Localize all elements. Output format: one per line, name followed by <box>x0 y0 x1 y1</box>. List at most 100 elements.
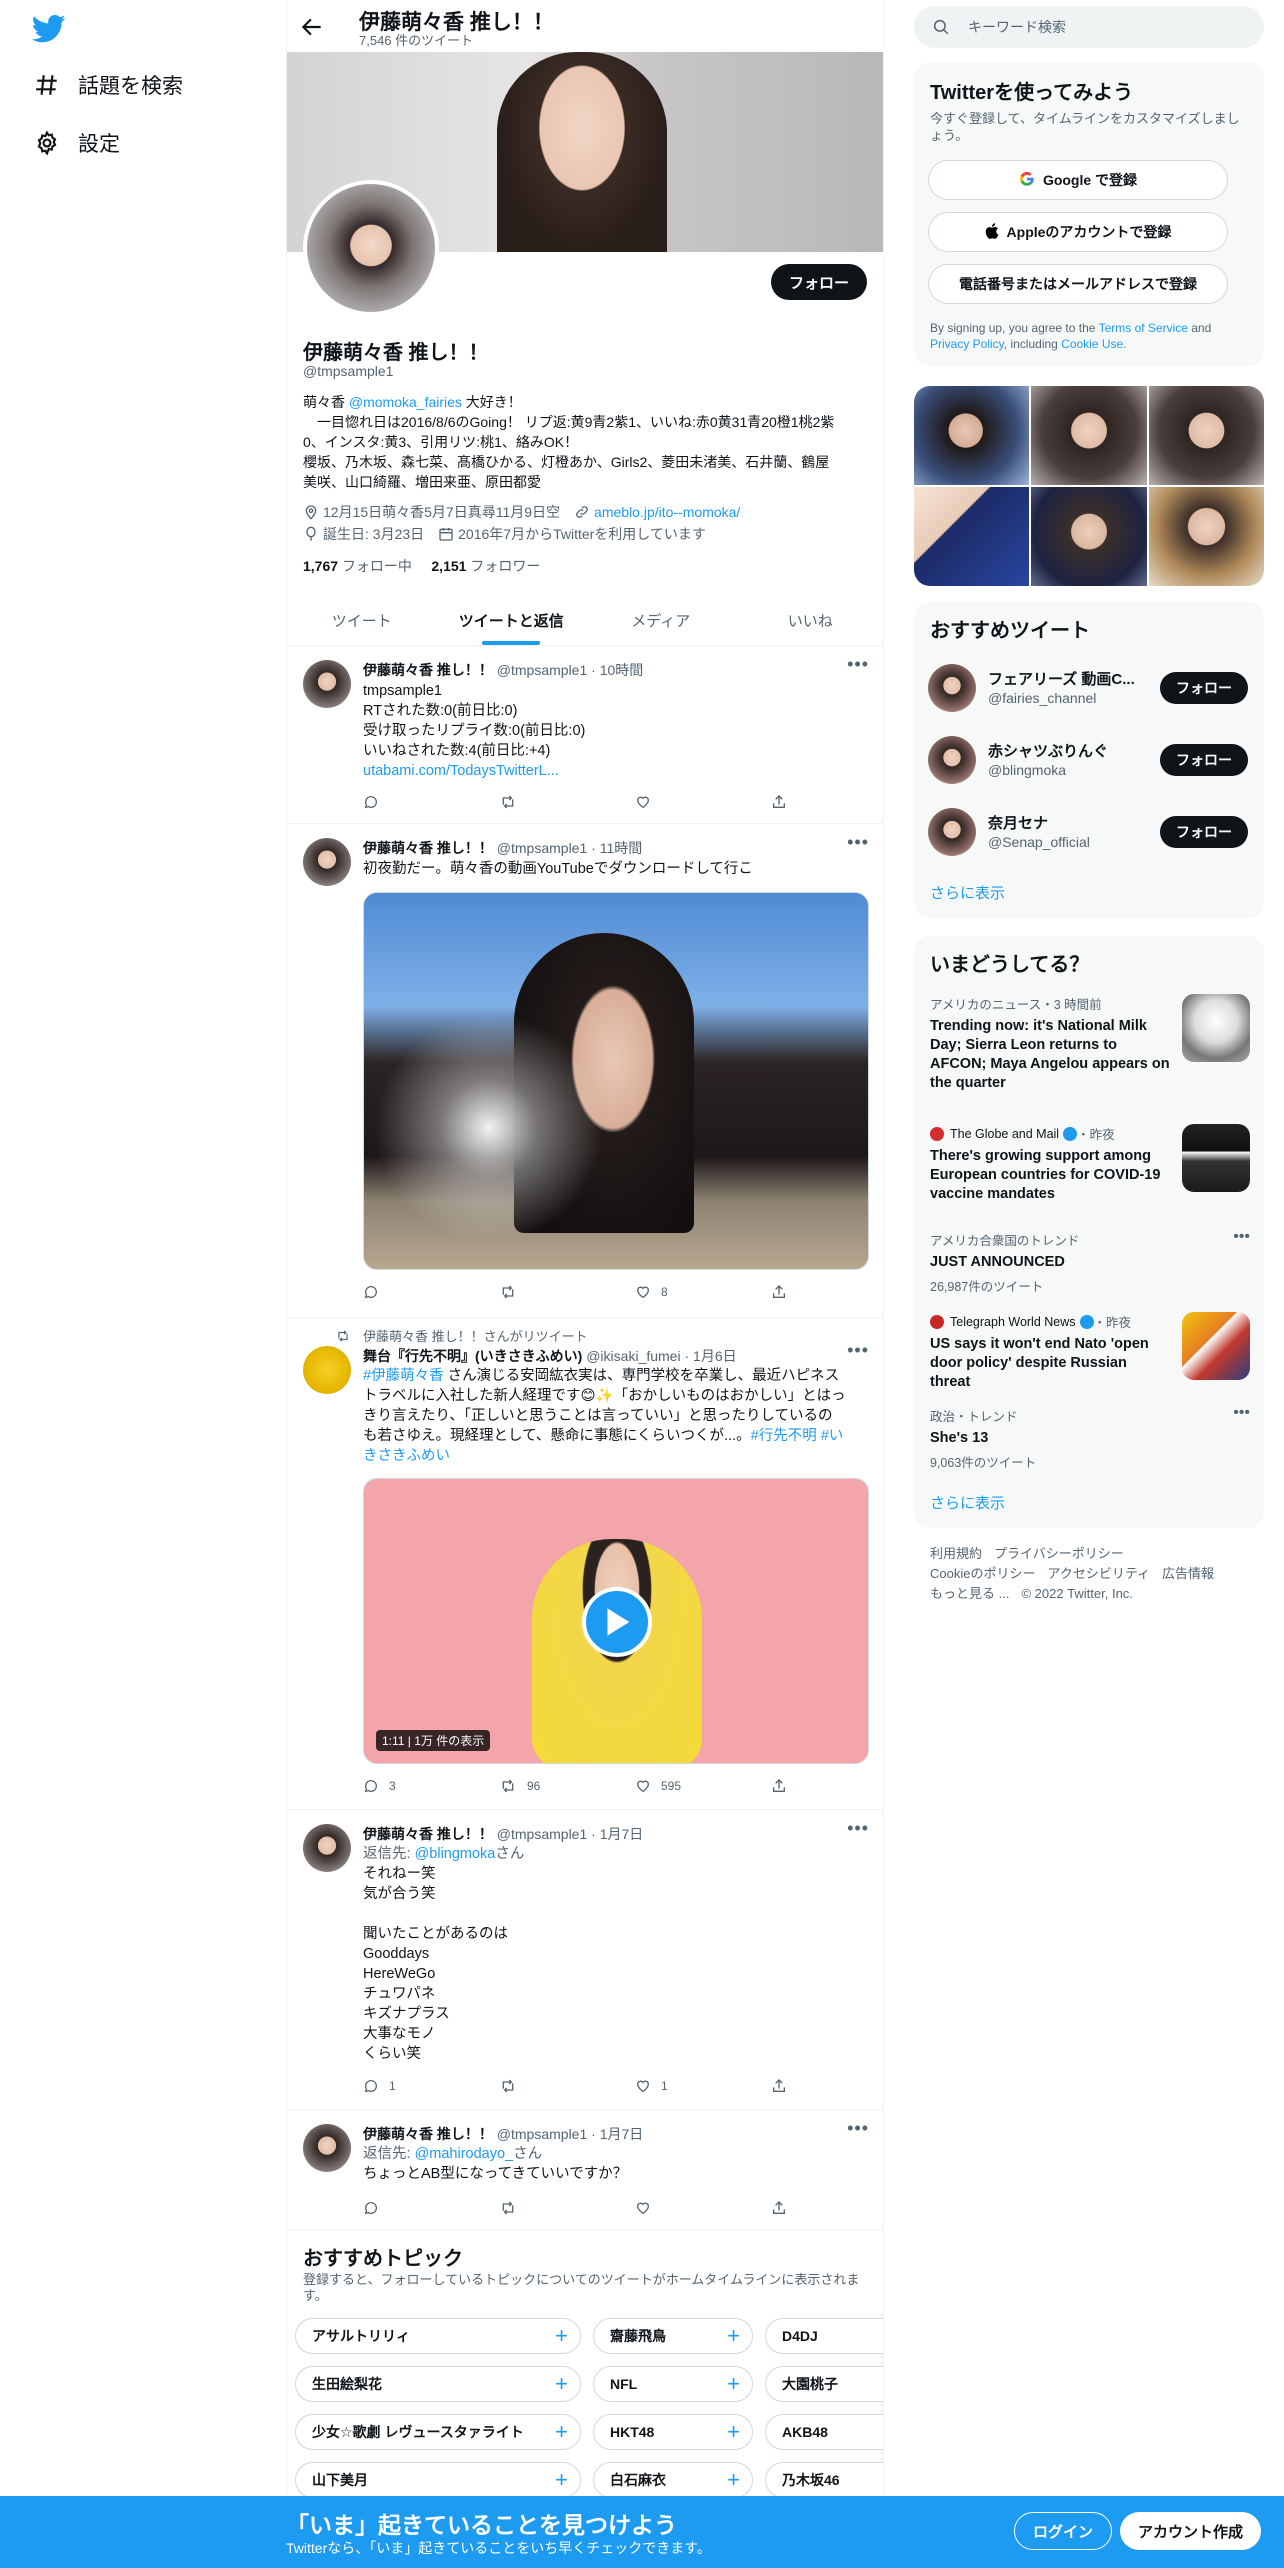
reply-button[interactable] <box>363 1284 379 1300</box>
play-icon[interactable] <box>582 1587 652 1657</box>
account-avatar[interactable] <box>928 736 976 784</box>
topic-chip[interactable]: 山下美月 + <box>295 2462 581 2498</box>
trend-item[interactable]: アメリカ合衆国のトレンド JUST ANNOUNCED 26,987件のツイート… <box>930 1228 1250 1294</box>
tweet-avatar[interactable] <box>303 1346 351 1394</box>
footer-privacy-link[interactable]: プライバシーポリシー <box>994 1546 1124 1561</box>
footer-ads-link[interactable]: 広告情報 <box>1162 1566 1214 1581</box>
follow-button[interactable]: フォロー <box>1160 672 1248 704</box>
share-button[interactable] <box>771 2078 787 2094</box>
like-button[interactable] <box>635 794 651 810</box>
more-icon[interactable]: ••• <box>1233 1404 1250 1422</box>
trend-item[interactable]: Telegraph World News ・昨夜 US says it won't… <box>930 1312 1250 1402</box>
tab-media[interactable]: メディア <box>586 596 736 645</box>
recommended-account[interactable]: 奈月セナ @Senap_official フォロー <box>928 802 1248 858</box>
show-more-link[interactable]: さらに表示 <box>930 1492 1005 1513</box>
like-button[interactable]: 1 <box>635 2078 668 2094</box>
login-button[interactable]: ログイン <box>1014 2512 1113 2550</box>
retweet-button[interactable]: 96 <box>499 1778 540 1794</box>
reply-to-link[interactable]: @mahirodayo_ <box>415 2146 514 2162</box>
tweet[interactable]: 伊藤萌々香 推し！！ @tmpsample1 · 11時間 ••• 初夜勤だー。… <box>287 824 883 1318</box>
reply-button[interactable] <box>363 2200 379 2216</box>
retweet-button[interactable] <box>499 2200 517 2216</box>
more-icon[interactable]: ••• <box>1233 1228 1250 1246</box>
trend-item[interactable]: 政治・トレンド She's 13 9,063件のツイート ••• <box>930 1404 1250 1470</box>
profile-link[interactable]: ameblo.jp/ito--momoka/ <box>574 504 740 520</box>
tab-tweets-and-replies[interactable]: ツイートと返信 <box>437 596 587 645</box>
topic-chip[interactable]: 齋藤飛鳥 + <box>593 2318 753 2354</box>
footer-accessibility-link[interactable]: アクセシビリティ <box>1047 1566 1150 1581</box>
hashtag-link[interactable]: #伊藤萌々香 <box>363 1368 444 1384</box>
topic-chip[interactable]: 生田絵梨花 + <box>295 2366 581 2402</box>
tweet[interactable]: 伊藤萌々香 推し！！ @tmpsample1 · 10時間 ••• tmpsam… <box>287 646 883 824</box>
hashtag-link[interactable]: きさきふめい <box>363 1446 869 1466</box>
more-icon[interactable]: ••• <box>847 1340 869 1361</box>
topic-chip[interactable]: アサルトリリィ + <box>295 2318 581 2354</box>
tab-tweets[interactable]: ツイート <box>287 596 437 645</box>
tweet[interactable]: 伊藤萌々香 推し！！さんがリツイート 舞台『行先不明』(いきさきふめい) @ik… <box>287 1318 883 1810</box>
profile-avatar[interactable] <box>303 180 439 316</box>
tweet[interactable]: 伊藤萌々香 推し！！ @tmpsample1 · 1月7日 ••• 返信先: @… <box>287 1810 883 2110</box>
tweet-video[interactable]: 1:11 | 1万 件の表示 <box>363 1478 869 1764</box>
tweet[interactable]: 伊藤萌々香 推し！！ @tmpsample1 · 1月7日 ••• 返信先: @… <box>287 2110 883 2230</box>
cookie-link[interactable]: Cookie Use. <box>1061 337 1126 351</box>
topic-chip[interactable]: HKT48 + <box>593 2414 753 2450</box>
footer-cookie-link[interactable]: Cookieのポリシー <box>930 1566 1035 1581</box>
media-thumbnail[interactable] <box>1031 487 1147 586</box>
account-avatar[interactable] <box>928 664 976 712</box>
topic-chip[interactable]: 大園桃子 <box>765 2366 883 2402</box>
tweet-photo[interactable] <box>363 892 869 1270</box>
topic-chip[interactable]: 乃木坂46 <box>765 2462 883 2498</box>
tweet-link[interactable]: utabami.com/TodaysTwitterL... <box>363 761 869 781</box>
media-thumbnail[interactable] <box>1031 386 1147 485</box>
reply-to-link[interactable]: @blingmoka <box>415 1846 496 1862</box>
hashtag-link[interactable]: #行先不明 #い <box>751 1428 844 1444</box>
phone-email-signup-button[interactable]: 電話番号またはメールアドレスで登録 <box>928 264 1228 304</box>
search-input[interactable]: キーワード検索 <box>968 17 1066 37</box>
media-thumbnail[interactable] <box>914 487 1030 586</box>
retweet-button[interactable] <box>499 794 517 810</box>
apple-signup-button[interactable]: Appleのアカウントで登録 <box>928 212 1228 252</box>
search-box[interactable]: キーワード検索 <box>914 6 1264 48</box>
create-account-button[interactable]: アカウント作成 <box>1120 2512 1262 2550</box>
share-button[interactable] <box>771 1284 787 1300</box>
share-button[interactable] <box>771 2200 787 2216</box>
more-icon[interactable]: ••• <box>847 1818 869 1839</box>
retweet-button[interactable] <box>499 1284 517 1300</box>
back-arrow-icon[interactable] <box>299 14 325 40</box>
reply-button[interactable]: 1 <box>363 2078 396 2094</box>
media-thumbnail[interactable] <box>914 386 1030 485</box>
recommended-account[interactable]: フェアリーズ 動画C... @fairies_channel フォロー <box>928 658 1248 714</box>
nav-explore[interactable]: 話題を検索 <box>32 70 183 100</box>
show-more-link[interactable]: さらに表示 <box>930 882 1005 903</box>
topic-chip[interactable]: AKB48 <box>765 2414 883 2450</box>
media-thumbnail[interactable] <box>1148 487 1264 586</box>
topic-chip[interactable]: 白石麻衣 + <box>593 2462 753 2498</box>
follow-button[interactable]: フォロー <box>1160 744 1248 776</box>
trend-item[interactable]: The Globe and Mail ・昨夜 There's growing su… <box>930 1124 1250 1214</box>
like-button[interactable]: 8 <box>635 1284 668 1300</box>
media-thumbnail[interactable] <box>1148 386 1264 485</box>
tweet-avatar[interactable] <box>303 660 351 708</box>
footer-tos-link[interactable]: 利用規約 <box>930 1546 982 1561</box>
bio-mention-link[interactable]: @momoka_fairies <box>349 394 462 410</box>
terms-link[interactable]: Terms of Service <box>1099 321 1188 335</box>
privacy-link[interactable]: Privacy Policy <box>930 337 1004 351</box>
topic-chip[interactable]: D4DJ <box>765 2318 883 2354</box>
like-button[interactable] <box>635 2200 651 2216</box>
tweet-avatar[interactable] <box>303 1824 351 1872</box>
topic-chip[interactable]: NFL + <box>593 2366 753 2402</box>
more-icon[interactable]: ••• <box>847 654 869 675</box>
reply-button[interactable] <box>363 794 379 810</box>
more-icon[interactable]: ••• <box>847 2118 869 2139</box>
tweet-avatar[interactable] <box>303 2124 351 2172</box>
google-signup-button[interactable]: Google で登録 <box>928 160 1228 200</box>
footer-more-link[interactable]: もっと見る ... <box>930 1586 1009 1601</box>
share-button[interactable] <box>771 794 787 810</box>
followers-link[interactable]: 2,151 フォロワー <box>431 558 540 574</box>
share-button[interactable] <box>771 1778 787 1794</box>
tweet-avatar[interactable] <box>303 838 351 886</box>
topic-chip[interactable]: 少女☆歌劇 レヴュースタァライト + <box>295 2414 581 2450</box>
twitter-logo-icon[interactable] <box>31 14 66 44</box>
following-link[interactable]: 1,767 フォロー中 <box>303 558 412 574</box>
follow-button[interactable]: フォロー <box>1160 816 1248 848</box>
